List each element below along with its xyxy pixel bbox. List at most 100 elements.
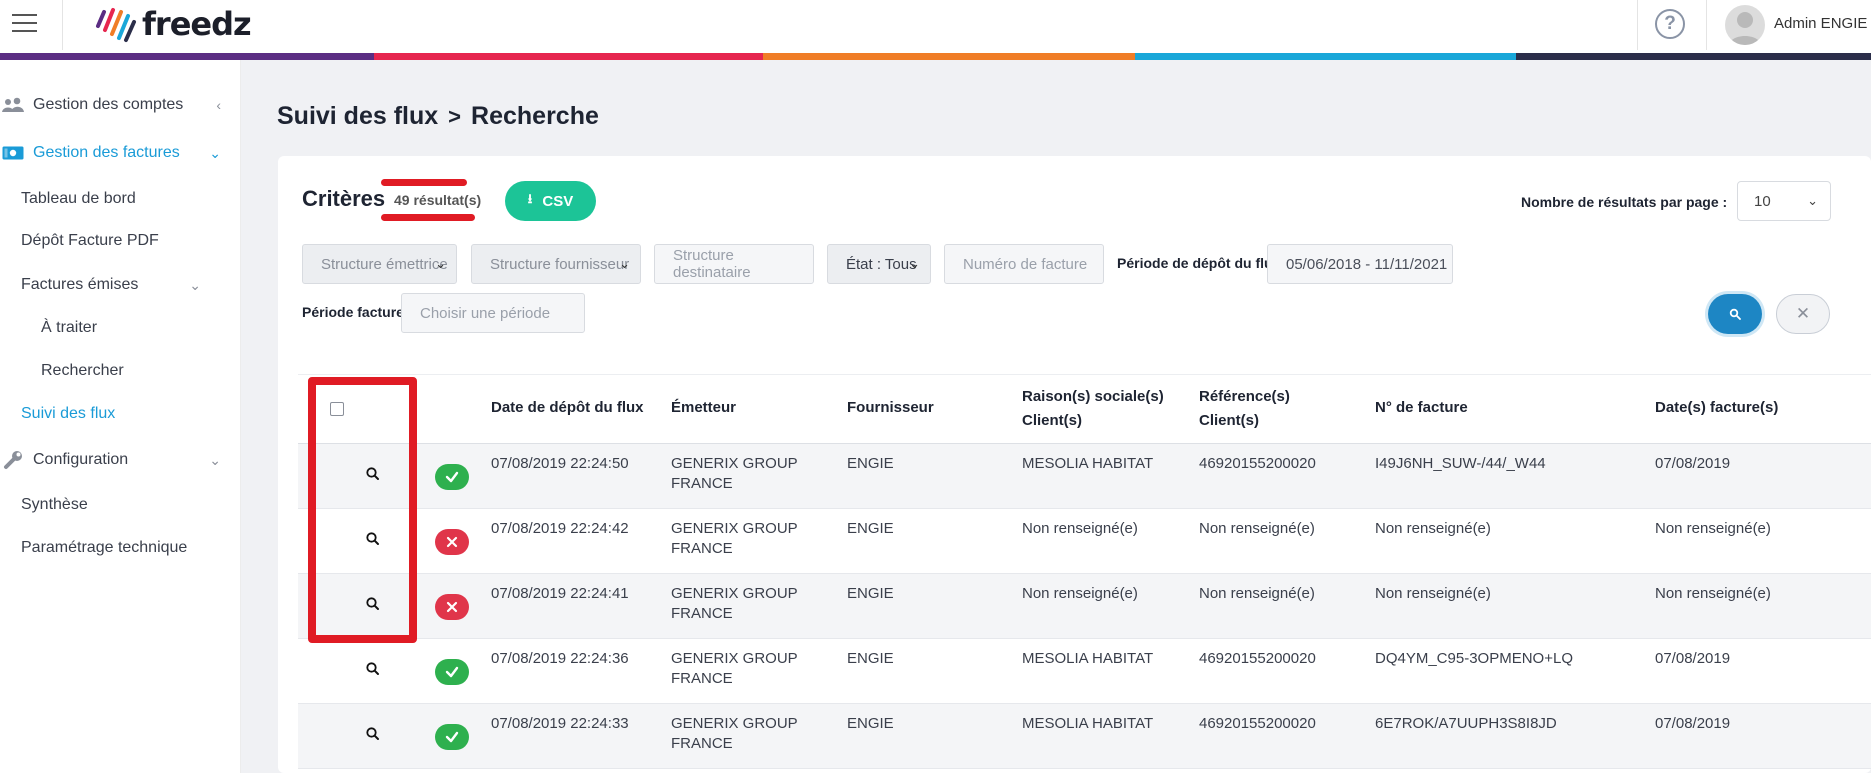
chevron-down-icon: ⌄	[435, 256, 446, 271]
annotation-highlight-box	[308, 377, 417, 643]
per-page-select[interactable]: 10 ⌄	[1737, 181, 1831, 221]
header-dates-facture[interactable]: Date(s) facture(s)	[1655, 396, 1778, 420]
cell-line: FRANCE	[671, 475, 733, 492]
users-icon	[2, 96, 24, 114]
breadcrumb-current: Recherche	[471, 102, 599, 130]
cell-date-depot: 07/08/2019 22:24:42	[491, 520, 629, 537]
header-line: Raison(s) sociale(s)	[1022, 388, 1164, 405]
invoice-icon	[2, 144, 24, 162]
sidebar-item-parametrage-technique[interactable]: Paramétrage technique	[0, 532, 241, 564]
structure-destinataire-input[interactable]: Structure destinataire	[654, 244, 814, 284]
status-success-icon	[435, 464, 469, 490]
cell-line: FRANCE	[671, 605, 733, 622]
sidebar-item-rechercher[interactable]: Rechercher	[0, 355, 241, 387]
sidebar-item-factures-emises[interactable]: Factures émises ⌄	[0, 269, 241, 301]
numero-facture-input[interactable]: Numéro de facture	[944, 244, 1104, 284]
table-row[interactable]: 07/08/2019 22:24:36 GENERIX GROUP FRANCE EN…	[298, 639, 1871, 704]
view-details-icon[interactable]	[364, 660, 384, 680]
header-line: Client(s)	[1199, 412, 1259, 429]
breadcrumb-root[interactable]: Suivi des flux	[277, 102, 438, 131]
per-page-value: 10	[1754, 192, 1771, 210]
periode-depot-label: Période de dépôt du flux :	[1117, 255, 1289, 271]
select-placeholder: Structure fournisseur	[490, 255, 630, 273]
sidebar-item-synthese[interactable]: Synthèse	[0, 489, 241, 521]
cell-emetteur: GENERIX GROUP FRANCE	[671, 519, 798, 559]
periode-facture-label: Période facture :	[302, 304, 413, 320]
chevron-down-icon: ⌄	[1807, 193, 1818, 208]
cell-line: FRANCE	[671, 670, 733, 687]
csv-export-button[interactable]: ⭳ CSV	[505, 181, 596, 221]
cell-raison-sociale: MESOLIA HABITAT	[1022, 455, 1154, 472]
select-placeholder: Structure émettrice	[321, 255, 448, 273]
sidebar-item-label: Synthèse	[21, 496, 88, 513]
sidebar-item-gestion-factures[interactable]: Gestion des factures ⌄	[0, 137, 241, 169]
chevron-down-icon: ⌄	[209, 452, 221, 468]
hamburger-menu-icon[interactable]	[12, 14, 37, 32]
table-row[interactable]: 07/08/2019 22:24:50 GENERIX GROUP FRANCE EN…	[298, 444, 1871, 509]
view-details-icon[interactable]	[364, 725, 384, 745]
cell-reference-client: 46920155200020	[1199, 455, 1316, 472]
freedz-logo-icon	[96, 8, 136, 42]
cell-reference-client: 46920155200020	[1199, 715, 1316, 732]
periode-facture-input[interactable]: Choisir une période	[401, 293, 585, 333]
cell-date-facture: Non renseigné(e)	[1655, 585, 1771, 602]
sidebar-item-configuration[interactable]: Configuration ⌄	[0, 444, 241, 476]
cell-raison-sociale: Non renseigné(e)	[1022, 585, 1138, 602]
chevron-down-icon: ⌄	[209, 145, 221, 161]
cell-reference-client: Non renseigné(e)	[1199, 585, 1315, 602]
avatar[interactable]	[1725, 5, 1765, 45]
table-row[interactable]: 07/08/2019 22:24:41 GENERIX GROUP FRANCE EN…	[298, 574, 1871, 639]
header-emetteur[interactable]: Émetteur	[671, 396, 736, 420]
input-placeholder: Choisir une période	[420, 304, 551, 322]
header-fournisseur[interactable]: Fournisseur	[847, 396, 934, 420]
cell-emetteur: GENERIX GROUP FRANCE	[671, 454, 798, 494]
user-silhouette-icon	[1729, 12, 1761, 45]
cell-date-facture: Non renseigné(e)	[1655, 520, 1771, 537]
cell-raison-sociale: MESOLIA HABITAT	[1022, 650, 1154, 667]
cell-reference-client: 46920155200020	[1199, 650, 1316, 667]
header-raison-sociale[interactable]: Raison(s) sociale(s) Client(s)	[1022, 385, 1164, 433]
header-reference-client[interactable]: Référence(s) Client(s)	[1199, 385, 1290, 433]
sidebar-item-label: Gestion des comptes	[33, 96, 184, 113]
sidebar-item-gestion-comptes[interactable]: Gestion des comptes ‹	[0, 89, 241, 121]
cell-line: FRANCE	[671, 735, 733, 752]
clear-filters-button[interactable]: ✕	[1776, 294, 1830, 334]
cell-numero-facture: Non renseigné(e)	[1375, 520, 1491, 537]
table-row[interactable]: 07/08/2019 22:24:33 GENERIX GROUP FRANCE EN…	[298, 704, 1871, 769]
search-button[interactable]	[1708, 294, 1762, 334]
etat-select[interactable]: État : Tous ⌄	[827, 244, 931, 284]
cell-date-depot: 07/08/2019 22:24:33	[491, 715, 629, 732]
header-line: Client(s)	[1022, 412, 1082, 429]
header-numero-facture[interactable]: N° de facture	[1375, 396, 1468, 420]
cell-fournisseur: ENGIE	[847, 585, 894, 602]
select-value: État : Tous	[846, 255, 917, 273]
logo-text: freedz	[142, 5, 252, 43]
sidebar-item-suivi-des-flux[interactable]: Suivi des flux	[0, 398, 241, 430]
cell-date-facture: 07/08/2019	[1655, 455, 1731, 472]
table-row[interactable]: 07/08/2019 22:24:42 GENERIX GROUP FRANCE EN…	[298, 509, 1871, 574]
sidebar-item-label: Suivi des flux	[21, 405, 116, 422]
sidebar-item-tableau-de-bord[interactable]: Tableau de bord	[0, 183, 241, 215]
help-icon[interactable]: ?	[1655, 9, 1685, 39]
app-logo[interactable]: freedz	[92, 4, 252, 44]
sidebar-item-label: Configuration	[33, 451, 129, 468]
status-success-icon	[435, 724, 469, 750]
header-date-depot[interactable]: Date de dépôt du flux	[491, 396, 644, 420]
sidebar-item-depot-facture-pdf[interactable]: Dépôt Facture PDF	[0, 225, 241, 257]
top-bar: freedz ? Admin ENGIE	[0, 0, 1871, 53]
user-name[interactable]: Admin ENGIE	[1774, 15, 1867, 32]
structure-emettrice-select[interactable]: Structure émettrice ⌄	[302, 244, 457, 284]
cell-date-depot: 07/08/2019 22:24:41	[491, 585, 629, 602]
input-placeholder: Numéro de facture	[963, 255, 1088, 273]
cell-raison-sociale: Non renseigné(e)	[1022, 520, 1138, 537]
sidebar-item-label: Gestion des factures	[33, 144, 180, 161]
sidebar-item-a-traiter[interactable]: À traiter	[0, 312, 241, 344]
topbar-divider	[1637, 0, 1638, 50]
structure-fournisseur-select[interactable]: Structure fournisseur ⌄	[471, 244, 641, 284]
periode-depot-input[interactable]: 05/06/2018 - 11/11/2021	[1267, 244, 1453, 284]
brand-color-strip	[0, 53, 1871, 60]
cell-line: GENERIX GROUP	[671, 585, 798, 602]
breadcrumb-separator-icon: >	[448, 103, 462, 129]
cell-date-depot: 07/08/2019 22:24:36	[491, 650, 629, 667]
chevron-left-icon: ‹	[216, 97, 221, 113]
